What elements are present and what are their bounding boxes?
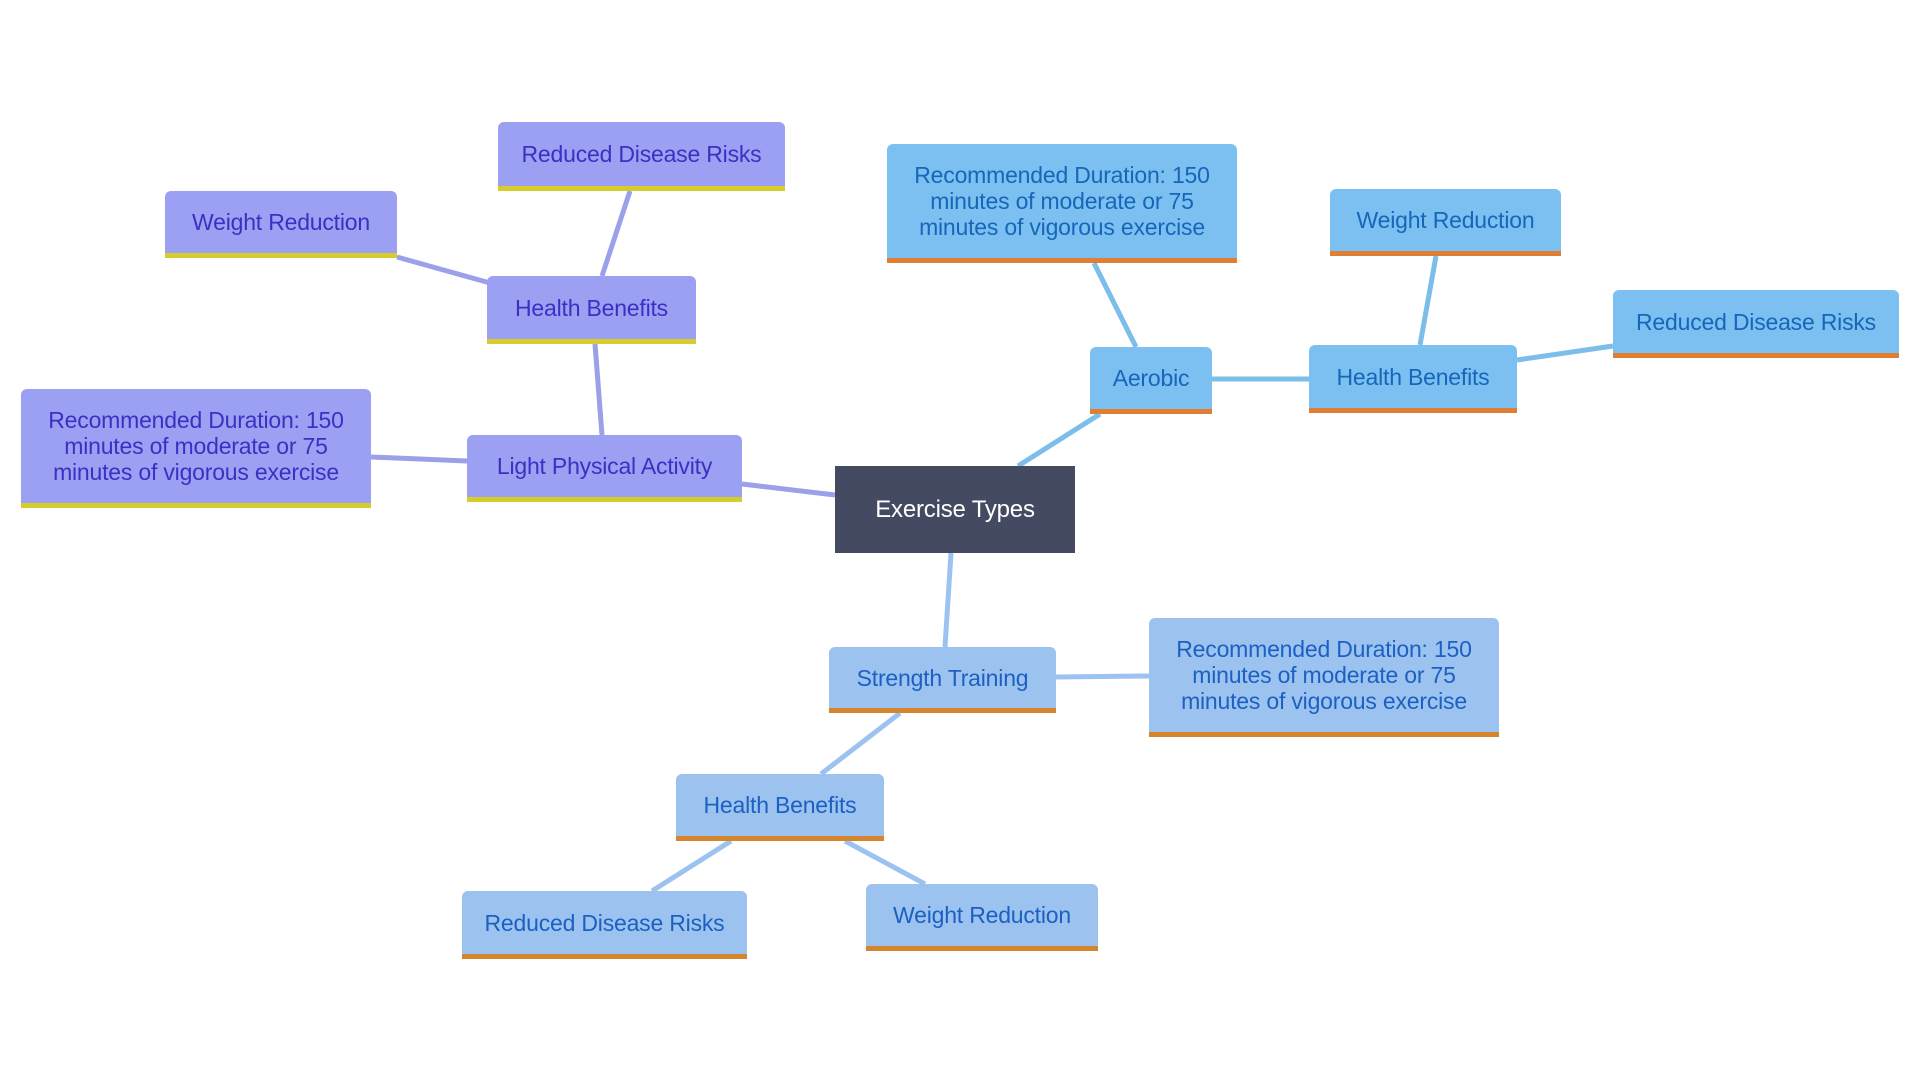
- root-node[interactable]: Exercise Types: [835, 466, 1075, 553]
- aerobic-reduced-disease-node[interactable]: Reduced Disease Risks: [1613, 290, 1899, 358]
- light-activity-label: Light Physical Activity: [496, 453, 713, 479]
- aerobic-weight-reduction-label: Weight Reduction: [1356, 207, 1535, 233]
- strength-training-label: Strength Training: [856, 664, 1029, 691]
- strength-health-benefits-label: Health Benefits: [703, 792, 857, 818]
- edge-light-health: [592, 343, 605, 436]
- aerobic-label: Aerobic: [1112, 365, 1190, 391]
- light-duration-label: Recommended Duration: 150 minutes of mod…: [48, 407, 344, 485]
- strength-weight-reduction-node[interactable]: Weight Reduction: [866, 884, 1098, 951]
- strength-duration-label: Recommended Duration: 150 minutes of mod…: [1176, 636, 1472, 714]
- edge-light-health-disease: [599, 190, 633, 277]
- strength-training-node[interactable]: Strength Training: [829, 647, 1056, 713]
- edge-root-aerobic: [1016, 411, 1102, 469]
- aerobic-health-benefits-label: Health Benefits: [1336, 363, 1490, 390]
- edge-light-health-weight: [396, 254, 491, 286]
- light-health-benefits-label: Health Benefits: [515, 294, 668, 321]
- aerobic-node[interactable]: Aerobic: [1090, 347, 1212, 414]
- edge-strength-health-disease: [650, 838, 733, 894]
- edge-strength-health: [819, 711, 902, 776]
- aerobic-duration-label: Recommended Duration: 150 minutes of mod…: [914, 162, 1210, 240]
- edge-light-duration: [370, 454, 468, 464]
- edge-strength-health-weight: [843, 838, 927, 887]
- light-reduced-disease-node[interactable]: Reduced Disease Risks: [498, 122, 785, 191]
- strength-reduced-disease-node[interactable]: Reduced Disease Risks: [462, 891, 747, 959]
- strength-duration-node[interactable]: Recommended Duration: 150 minutes of mod…: [1149, 618, 1499, 737]
- edge-aerobic-health-weight: [1417, 255, 1439, 346]
- aerobic-weight-reduction-node[interactable]: Weight Reduction: [1330, 189, 1561, 256]
- edge-aerobic-duration: [1091, 261, 1139, 349]
- light-weight-reduction-node[interactable]: Weight Reduction: [165, 191, 397, 258]
- edge-strength-duration: [1055, 673, 1150, 680]
- light-activity-node[interactable]: Light Physical Activity: [467, 435, 742, 502]
- light-weight-reduction-label: Weight Reduction: [192, 209, 370, 235]
- light-duration-node[interactable]: Recommended Duration: 150 minutes of mod…: [21, 389, 371, 508]
- edge-root-light: [741, 481, 836, 498]
- edge-aerobic-health-disease: [1516, 343, 1614, 363]
- strength-health-benefits-node[interactable]: Health Benefits: [676, 774, 884, 841]
- aerobic-duration-node[interactable]: Recommended Duration: 150 minutes of mod…: [887, 144, 1237, 263]
- strength-reduced-disease-label: Reduced Disease Risks: [484, 909, 725, 936]
- light-health-benefits-node[interactable]: Health Benefits: [487, 276, 696, 344]
- light-reduced-disease-label: Reduced Disease Risks: [521, 141, 762, 167]
- strength-weight-reduction-label: Weight Reduction: [893, 902, 1071, 928]
- aerobic-health-benefits-node[interactable]: Health Benefits: [1309, 345, 1517, 413]
- root-label: Exercise Types: [875, 495, 1035, 523]
- edge-root-strength: [942, 552, 954, 648]
- aerobic-reduced-disease-label: Reduced Disease Risks: [1636, 308, 1876, 335]
